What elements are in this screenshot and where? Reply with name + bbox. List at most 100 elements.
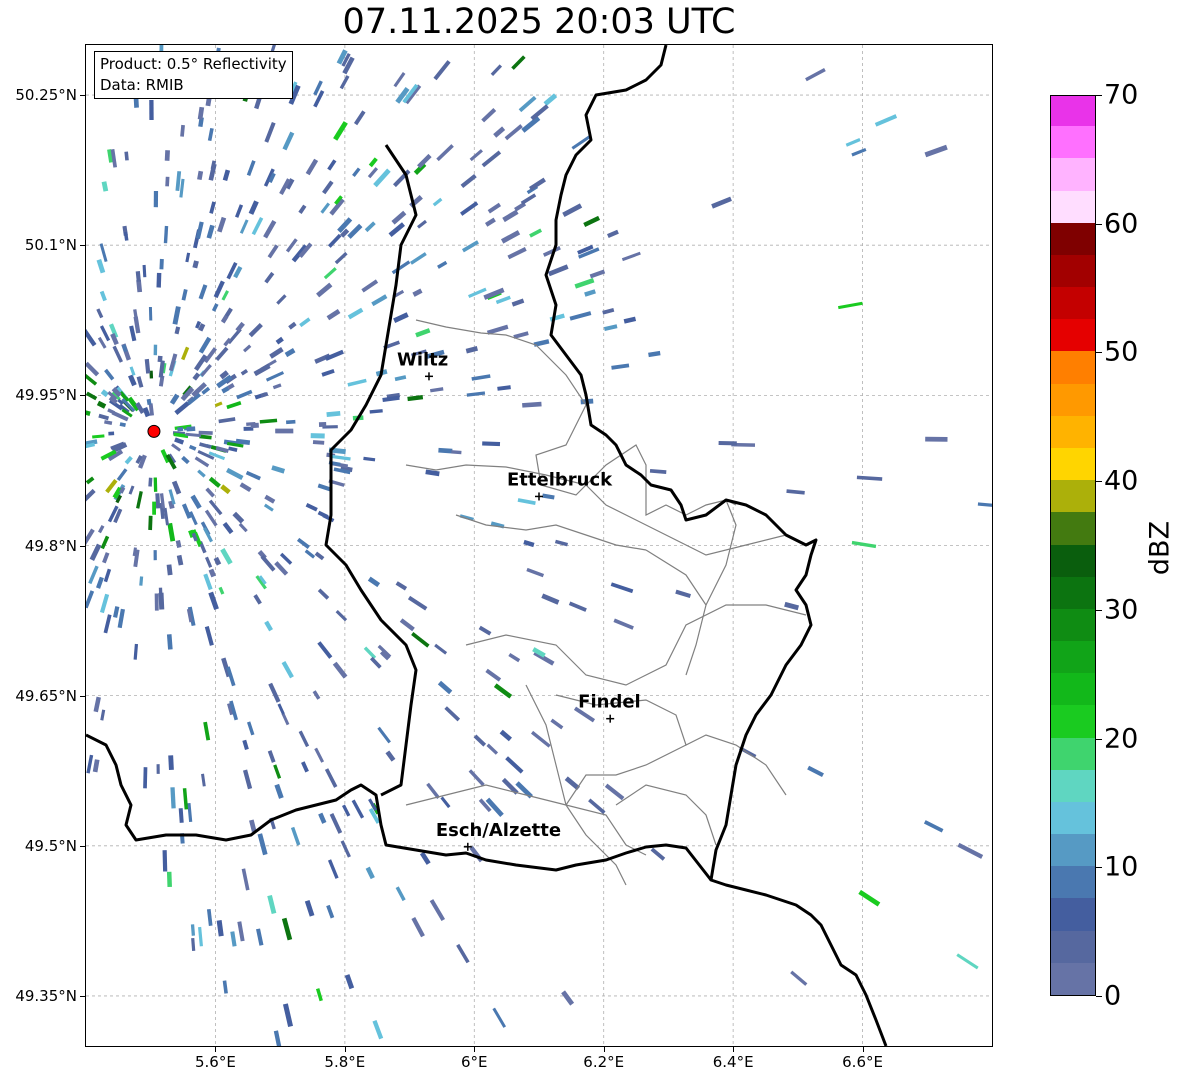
echo-cell [321,368,335,377]
colorbar-segment [1051,222,1095,255]
echo-cell [977,502,992,508]
echo-cell [268,682,281,703]
echo-cell [273,764,282,779]
city-label: Ettelbruck [507,469,613,490]
echo-cell [226,467,244,481]
echo-cell [260,555,276,572]
echo-cell [433,60,451,81]
echo-cell [310,433,325,439]
echo-cell [205,487,215,498]
echo-cell [518,95,537,113]
echo-cell [208,476,221,488]
radar-site-marker [147,424,161,438]
echo-cell [168,755,174,771]
lat-tick-label: 50.1°N [24,236,77,255]
echo-cell [493,126,506,138]
echo-cell [547,264,569,277]
lon-tick-label: 6.4°E [712,1053,754,1071]
echo-cell [507,247,527,260]
echo-cell [178,808,184,823]
echo-cell [305,158,319,176]
echo-cell [215,445,229,453]
lat-tick-label: 50.25°N [15,86,77,105]
echo-cell [305,502,318,512]
echo-cell [208,568,217,578]
echo-cell [236,389,253,400]
echo-cell [251,216,264,236]
colorbar [1050,95,1096,996]
echo-cell [112,345,123,363]
echo-cell [521,116,541,133]
echo-cell [136,491,143,509]
echo-cell [279,552,293,565]
echo-cell [275,336,284,345]
echo-cell [371,294,388,307]
colorbar-segment [1051,383,1095,416]
echo-cell [172,306,181,325]
echo-cell [451,450,462,455]
echo-cell [444,706,461,722]
colorbar-segment [1051,189,1095,223]
echo-cell [281,661,294,679]
admin-boundary [615,784,717,846]
lat-tick [80,395,85,397]
echo-cell [218,417,236,424]
colorbar-segment [1051,511,1095,545]
echo-cell [520,193,537,205]
colorbar-segment [1051,833,1095,867]
echo-cell [105,479,118,494]
echo-cell [718,441,737,446]
echo-cell [187,802,193,823]
lat-tick-label: 49.8°N [24,536,77,555]
lat-tick [80,545,85,547]
echo-cell [217,216,227,233]
echo-cell [322,180,334,195]
lon-tick-label: 5.8°E [324,1053,366,1071]
echo-cell [517,498,536,506]
echo-cell [192,372,201,381]
colorbar-tick-label: 30 [1104,594,1139,626]
radar-site-dot [147,424,161,438]
echo-cell [549,313,565,322]
echo-cell [188,444,197,451]
city-label: Wiltz [397,349,448,370]
echo-cell [192,260,199,269]
echo-cell [275,429,284,433]
echo-cell [395,886,406,902]
echo-cell [511,55,526,70]
colorbar-tick [1096,996,1102,997]
echo-cell [180,124,185,137]
echo-cell [411,917,425,938]
echo-cell [175,540,182,548]
echo-cell [805,67,826,82]
colorbar-segment [1051,254,1095,288]
echo-cell [207,127,214,142]
echo-cell [391,210,407,225]
echo-cell [326,308,341,321]
echo-cell [264,620,273,632]
echo-cell [522,401,542,408]
echo-cell [213,280,225,299]
echo-cell [204,509,218,527]
echo-cell [123,231,129,241]
echo-cell [301,761,309,773]
echo-cell [198,336,212,354]
echo-cell [956,953,979,970]
echo-cell [500,230,521,244]
echo-cell [284,348,296,358]
echo-cell [363,646,377,660]
colorbar-segment [1051,930,1095,963]
echo-cell [177,427,184,432]
colorbar-tick [1096,738,1102,740]
echo-cell [269,347,284,359]
echo-cell [222,522,234,535]
product-label: Product: 0.5° Reflectivity [100,55,287,73]
echo-cell [166,634,173,650]
echo-cell [214,401,223,408]
echo-cell [511,298,525,307]
colorbar-segment [1051,479,1095,513]
echo-cell [610,582,634,594]
echo-cell [312,440,325,445]
echo-cell [186,426,196,432]
echo-cell [529,228,543,238]
